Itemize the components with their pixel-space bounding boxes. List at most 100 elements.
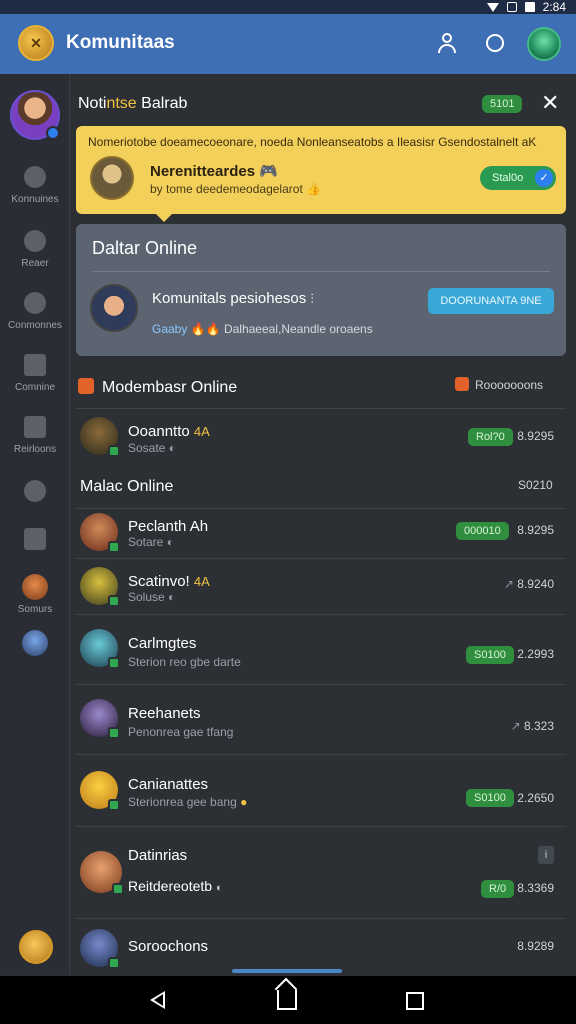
chat-icon bbox=[24, 416, 46, 438]
member-value: ↗ 8.9240 bbox=[503, 577, 554, 591]
rail-avatar-somurs[interactable] bbox=[22, 574, 48, 600]
pin-icon bbox=[24, 528, 46, 550]
scroll-indicator[interactable] bbox=[232, 969, 342, 973]
member-value: 8.3369 bbox=[517, 881, 554, 895]
info-icon[interactable]: i bbox=[538, 846, 554, 864]
signal-icon bbox=[506, 2, 517, 12]
status-time: 2:84 bbox=[542, 0, 566, 14]
member-value: 8.9295 bbox=[517, 429, 554, 443]
rail-item-label: Conmonnes bbox=[8, 320, 62, 331]
member-status: Sterionrea gee bang ● bbox=[128, 795, 248, 809]
list-item[interactable]: Datinrias Reitdereotetb ◐ R/0 8.3369 bbox=[76, 826, 566, 918]
member-badge: Rol?0 bbox=[468, 428, 513, 446]
card-title: Daltar Online bbox=[92, 238, 198, 258]
member-name: Peclanth Ah bbox=[128, 518, 209, 535]
moderator-small-icon bbox=[455, 377, 469, 391]
section-moderator-count: Rooooooons bbox=[455, 377, 543, 392]
rail-item-label: Reirloons bbox=[13, 444, 57, 455]
banner-action-button[interactable]: Stal0o ✓ bbox=[480, 166, 556, 190]
banner-text: Nomeriotobe doeamecoeonare, noeda Nonlea… bbox=[88, 135, 537, 149]
section-main-title: Malac Online bbox=[80, 478, 174, 495]
status-dot bbox=[46, 126, 60, 140]
member-badge: 000010 bbox=[456, 522, 509, 540]
member-avatar bbox=[80, 629, 120, 669]
online-indicator bbox=[108, 657, 120, 669]
notification-count-badge: 5101 bbox=[482, 95, 523, 113]
member-value: ↗ 8.323 bbox=[510, 719, 554, 733]
rail-item-reirloons[interactable]: Reirloons bbox=[0, 416, 70, 455]
app-bar: ✕ Komunitaas bbox=[0, 14, 576, 74]
moderator-badge-icon bbox=[78, 378, 94, 394]
list-item[interactable]: Canianattes Sterionrea gee bang ● S0100 … bbox=[76, 754, 566, 826]
rail-profile-avatar[interactable] bbox=[10, 90, 60, 140]
card-action-button[interactable]: DOORUNANTA 9NE bbox=[428, 288, 554, 314]
status-bar: 2:84 bbox=[0, 0, 576, 14]
rail-item-konnuines[interactable]: Konnuines bbox=[0, 166, 70, 205]
member-status: Penonrea gae tfang bbox=[128, 725, 234, 739]
shield-icon bbox=[24, 292, 46, 314]
online-indicator bbox=[108, 957, 120, 969]
online-indicator bbox=[108, 799, 120, 811]
member-value: 8.9289 bbox=[517, 939, 554, 953]
member-value: 2.2993 bbox=[517, 647, 554, 661]
rail-item-label: Comnine bbox=[14, 382, 56, 393]
member-name: Soroochons bbox=[128, 938, 209, 955]
controller-icon bbox=[24, 230, 46, 252]
list-item[interactable]: Soroochons 8.9289 bbox=[76, 918, 566, 976]
member-name: Carlmgtes bbox=[128, 635, 197, 652]
member-status: Sterion reo gbe darte bbox=[128, 655, 241, 669]
back-icon[interactable] bbox=[150, 991, 165, 1009]
profile-icon[interactable] bbox=[434, 30, 460, 56]
card-avatar bbox=[90, 284, 138, 332]
list-item[interactable]: Reehanets Penonrea gae tfang ↗ 8.323 bbox=[76, 684, 566, 754]
member-avatar bbox=[80, 771, 120, 811]
bubble-icon bbox=[24, 480, 46, 502]
member-badge: S0100 bbox=[466, 646, 514, 664]
member-status: Soluse ◐ bbox=[128, 590, 176, 604]
member-name: Datinrias bbox=[128, 847, 188, 864]
list-item[interactable]: Ooanntto 4A Sosate ◐ Rol?0 8.9295 bbox=[76, 408, 566, 464]
banner-pointer bbox=[156, 214, 172, 222]
guild-emblem-icon[interactable]: ✕ bbox=[18, 25, 54, 61]
rail-item-pin[interactable] bbox=[0, 528, 70, 556]
banner-avatar bbox=[90, 156, 134, 200]
search-icon[interactable] bbox=[482, 30, 508, 56]
member-avatar bbox=[80, 929, 120, 969]
rail-item-comnine[interactable]: Comnine bbox=[0, 354, 70, 393]
close-icon[interactable]: ✕ bbox=[541, 92, 559, 114]
member-avatar bbox=[80, 417, 120, 457]
banner-name: Nerenitteardes 🎮 bbox=[150, 163, 278, 180]
member-avatar bbox=[80, 513, 120, 553]
rail-bottom-avatar[interactable] bbox=[19, 930, 53, 964]
banner-subtitle: by tome deedemeodagelarot 👍 bbox=[150, 182, 322, 196]
member-name: Scatinvo! 4A bbox=[128, 573, 210, 590]
system-nav-bar bbox=[0, 976, 576, 1024]
member-badge: S0100 bbox=[466, 789, 514, 807]
list-item[interactable]: Carlmgtes Sterion reo gbe darte S0100 2.… bbox=[76, 614, 566, 684]
home-icon[interactable] bbox=[277, 990, 297, 1010]
grid-icon bbox=[24, 354, 46, 376]
rail-item-bubble[interactable] bbox=[0, 480, 70, 508]
online-indicator bbox=[108, 727, 120, 739]
rail-avatar-guest[interactable] bbox=[22, 630, 48, 656]
rail-item-reaer[interactable]: Reaer bbox=[0, 230, 70, 269]
recents-icon[interactable] bbox=[406, 992, 424, 1010]
member-name: Canianattes bbox=[128, 776, 209, 793]
side-rail: Konnuines Reaer Conmonnes Comnine Reirlo… bbox=[0, 74, 70, 974]
notification-title: Notintse Balrab bbox=[78, 95, 188, 112]
section-moderator-title: Modembasr Online bbox=[78, 378, 237, 397]
list-item[interactable]: Peclanth Ah Sotare ◐ 000010 8.9295 bbox=[76, 508, 566, 558]
rail-item-label: Konnuines bbox=[11, 194, 59, 205]
list-item[interactable]: Scatinvo! 4A Soluse ◐ ↗ 8.9240 bbox=[76, 558, 566, 614]
member-status: Sotare ◐ bbox=[128, 535, 174, 549]
user-avatar[interactable] bbox=[527, 27, 561, 61]
section-main-count: S0210 bbox=[518, 478, 553, 492]
member-avatar bbox=[80, 699, 120, 739]
rail-item-conmonnes[interactable]: Conmonnes bbox=[0, 292, 70, 331]
rail-item-somurs[interactable]: Somurs bbox=[0, 604, 70, 615]
member-value: 8.9295 bbox=[517, 523, 554, 537]
puzzle-icon bbox=[24, 166, 46, 188]
rail-item-label: Somurs bbox=[17, 604, 53, 615]
notification-banner[interactable]: Nomeriotobe doeamecoeonare, noeda Nonlea… bbox=[76, 126, 566, 222]
online-indicator bbox=[108, 541, 120, 553]
